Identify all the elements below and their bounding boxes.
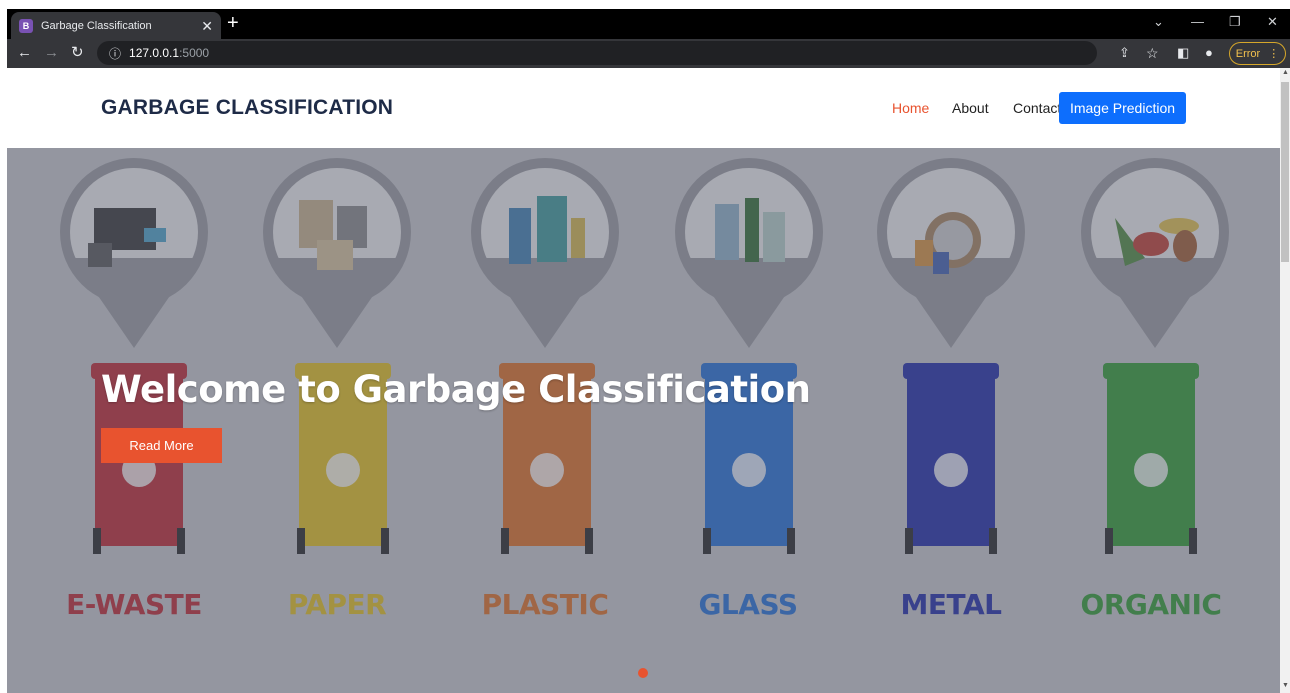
minimize-icon[interactable]: — bbox=[1191, 14, 1204, 29]
forward-icon[interactable]: → bbox=[44, 44, 59, 62]
scroll-up-arrow-icon[interactable]: ▲ bbox=[1282, 69, 1289, 76]
close-tab-icon[interactable]: ✕ bbox=[201, 19, 213, 33]
nav-link-about[interactable]: About bbox=[952, 100, 989, 116]
back-icon[interactable]: ← bbox=[17, 44, 32, 62]
new-tab-icon[interactable]: + bbox=[227, 13, 239, 33]
hero-overlay bbox=[7, 148, 1280, 693]
page-scrollbar[interactable]: ▲ ▼ bbox=[1280, 68, 1290, 693]
carousel-indicator-dot[interactable] bbox=[638, 668, 648, 678]
address-bar[interactable]: ⓘ 127.0.0.1:5000 bbox=[97, 41, 1097, 65]
scrollbar-thumb[interactable] bbox=[1281, 82, 1289, 262]
menu-dots-icon: ⋮ bbox=[1268, 48, 1280, 60]
url-port: :5000 bbox=[179, 46, 210, 60]
site-navbar: GARBAGE CLASSIFICATION Home About Contac… bbox=[7, 68, 1280, 148]
hero-headline: Welcome to Garbage Classification bbox=[101, 368, 811, 411]
browser-toolbar: ← → ↻ ⓘ 127.0.0.1:5000 ⇪ ☆ ◧ ● Error ⋮ bbox=[7, 39, 1290, 68]
tab-search-icon[interactable]: ⌄ bbox=[1153, 14, 1164, 30]
error-label: Error bbox=[1235, 47, 1261, 60]
close-window-icon[interactable]: ✕ bbox=[1267, 14, 1278, 30]
bookmark-star-icon[interactable]: ☆ bbox=[1146, 44, 1159, 62]
url-host: 127.0.0.1 bbox=[129, 46, 180, 60]
read-more-button[interactable]: Read More bbox=[101, 428, 222, 463]
bootstrap-favicon-icon: B bbox=[19, 18, 33, 33]
scroll-down-arrow-icon[interactable]: ▼ bbox=[1282, 682, 1289, 689]
web-page: GARBAGE CLASSIFICATION Home About Contac… bbox=[7, 68, 1280, 693]
info-icon[interactable]: ⓘ bbox=[109, 45, 121, 62]
side-panel-icon[interactable]: ◧ bbox=[1177, 44, 1189, 62]
nav-link-contact[interactable]: Contact bbox=[1013, 100, 1061, 116]
nav-link-home[interactable]: Home bbox=[892, 100, 929, 116]
error-button[interactable]: Error ⋮ bbox=[1229, 42, 1286, 65]
hero-carousel: E-WASTE PAPER PLASTIC GLASS METAL ORGANI… bbox=[7, 148, 1280, 693]
site-brand[interactable]: GARBAGE CLASSIFICATION bbox=[101, 96, 393, 120]
share-icon[interactable]: ⇪ bbox=[1119, 44, 1130, 62]
restore-icon[interactable]: ❐ bbox=[1229, 14, 1241, 30]
reload-icon[interactable]: ↻ bbox=[71, 44, 84, 62]
browser-tab[interactable]: B Garbage Classification ✕ bbox=[11, 12, 221, 39]
tab-title: Garbage Classification bbox=[41, 19, 152, 32]
tab-strip: B Garbage Classification ✕ + ⌄ — ❐ ✕ bbox=[7, 9, 1290, 39]
browser-window: B Garbage Classification ✕ + ⌄ — ❐ ✕ ← →… bbox=[7, 9, 1290, 693]
image-prediction-button[interactable]: Image Prediction bbox=[1059, 92, 1186, 124]
profile-icon[interactable]: ● bbox=[1205, 44, 1213, 62]
